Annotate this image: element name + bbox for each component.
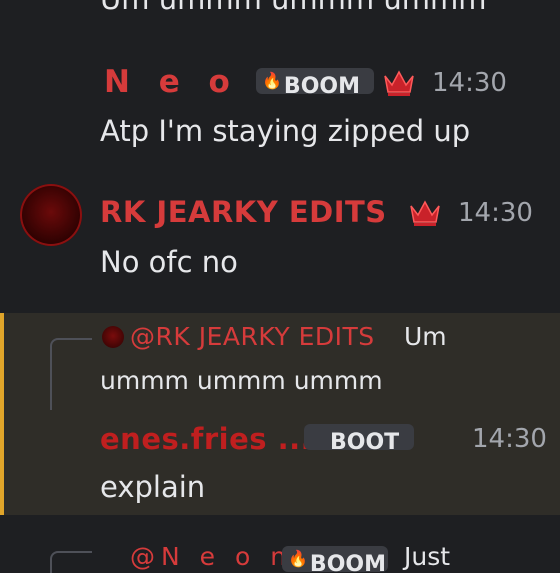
reply-connector — [50, 338, 92, 410]
reply-text-continued: ummm ummm ummm — [100, 366, 383, 395]
reply-mention[interactable]: @RK JEARKY EDITS — [130, 322, 375, 351]
avatar[interactable] — [20, 184, 82, 246]
timestamp: 14:30 — [458, 198, 533, 228]
timestamp: 14:30 — [432, 68, 507, 98]
username[interactable]: enes.fries ... — [100, 422, 312, 456]
message-text: No ofc no — [100, 245, 238, 279]
flame-icon: 🔥 — [262, 71, 282, 90]
crown-icon — [384, 70, 414, 96]
message-text: Um ummm ummm ummm — [100, 0, 487, 16]
message-text: Atp I'm staying zipped up — [100, 114, 471, 148]
message-text: explain — [100, 470, 206, 504]
guild-tag[interactable]: 🔥 BOOM — [256, 68, 374, 94]
reply-avatar — [102, 326, 124, 348]
reply-connector — [50, 551, 92, 573]
reply-text: Um — [404, 322, 447, 351]
guild-tag[interactable]: 🔥 BOOM — [282, 546, 388, 572]
timestamp: 14:30 — [472, 424, 547, 454]
reply-mention[interactable]: @N e o n — [130, 542, 292, 571]
guild-tag[interactable]: BOOT — [304, 424, 414, 450]
username[interactable]: RK JEARKY EDITS — [100, 195, 387, 229]
flame-icon: 🔥 — [288, 549, 308, 568]
reply-text: Just — [404, 542, 451, 571]
crown-icon — [410, 200, 440, 226]
